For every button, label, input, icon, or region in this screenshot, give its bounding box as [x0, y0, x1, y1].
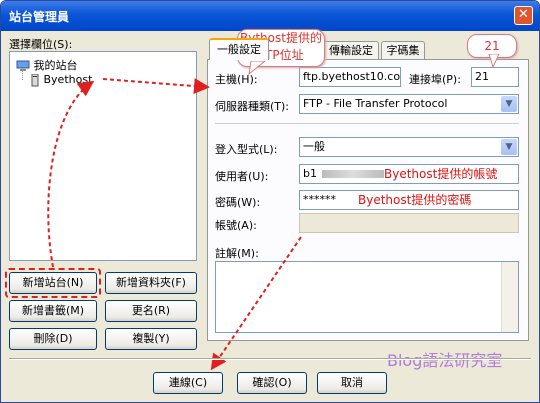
bottom-separator [9, 358, 531, 360]
connect-button[interactable]: 連線(C) [153, 372, 223, 394]
site-manager-window: 站台管理員 ✕ 選擇欄位(S): 我的站台 Byethost 新增站台(N) 新… [0, 0, 540, 403]
tab-general[interactable]: 一般設定 [209, 38, 269, 60]
annotation-arrows [47, 78, 302, 371]
ok-button[interactable]: 確認(O) [237, 372, 307, 394]
cancel-button[interactable]: 取消 [317, 372, 387, 394]
